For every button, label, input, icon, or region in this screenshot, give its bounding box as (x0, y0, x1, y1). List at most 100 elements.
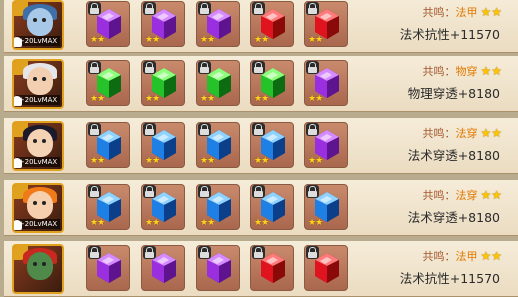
hero-eye (33, 201, 37, 205)
gem-slot[interactable]: ★★ (196, 184, 240, 230)
hero-eye (33, 77, 37, 81)
lock-icon (306, 2, 319, 15)
hero-face (27, 8, 53, 36)
lock-icon (198, 2, 211, 15)
hero-row[interactable]: +20LvMAX ★★ ★★ ★★ ★★ ★★ 共鸣：法甲 ★★ 法术抗性+11570 (4, 0, 518, 53)
gem-slot[interactable]: ★★ (86, 122, 130, 168)
hero-level-label: +20LvMAX (16, 95, 60, 105)
resonance-line: 共鸣：物穿 ★★ (422, 63, 502, 79)
gem-slot[interactable]: ★★ (250, 60, 294, 106)
gem-slot[interactable]: ★★ (250, 1, 294, 47)
hero-eye (42, 139, 46, 143)
gem-slot[interactable]: ★★ (141, 60, 185, 106)
hero-eye (42, 18, 46, 22)
resonance-info: 共鸣：法甲 ★★ 法术抗性+11570 (396, 241, 516, 297)
gem-slot[interactable]: ★★ (250, 122, 294, 168)
hero-level-label: +20LvMAX (16, 157, 60, 167)
gem-slot[interactable]: ★★ (86, 1, 130, 47)
gem-slot[interactable]: ★★ (304, 1, 348, 47)
gem-star-rating: ★★ (308, 156, 323, 166)
gem-slot[interactable]: ★★ (304, 60, 348, 106)
gem-star-rating: ★★ (254, 35, 269, 45)
resonance-bonus: 法术抗性+11570 (399, 27, 500, 42)
resonance-star-rating: ★★ (480, 188, 502, 202)
gem-slot[interactable]: ★★ (304, 184, 348, 230)
gem-slot[interactable]: ★★ (196, 60, 240, 106)
hero-portrait[interactable]: +20LvMAX (12, 59, 64, 109)
hero-row[interactable]: +20LvMAX ★★ ★★ ★★ ★★ ★★ 共鸣：物穿 ★★ 物理穿透+8180 (4, 56, 518, 112)
hero-level-label: +20LvMAX (16, 219, 60, 229)
gem-slot[interactable] (304, 245, 348, 291)
hero-face (27, 191, 53, 219)
hero-portrait[interactable] (12, 244, 64, 294)
hero-row[interactable]: +20LvMAX ★★ ★★ ★★ ★★ ★★ 共鸣：法穿 ★★ 法术穿透+8180 (4, 180, 518, 236)
hero-eye (42, 201, 46, 205)
gem-star-rating: ★★ (200, 156, 215, 166)
chef-hat-icon (14, 37, 22, 47)
lock-icon (88, 61, 101, 74)
gem-slot[interactable]: ★★ (196, 122, 240, 168)
gem-slot[interactable]: ★★ (141, 184, 185, 230)
resonance-type: 法甲 (455, 6, 478, 19)
gem-slot[interactable] (250, 245, 294, 291)
gem-star-rating: ★★ (145, 94, 160, 104)
gem-slot[interactable] (86, 245, 130, 291)
gem-slot[interactable]: ★★ (304, 122, 348, 168)
lock-icon (252, 2, 265, 15)
hero-portrait[interactable]: +20LvMAX (12, 0, 64, 50)
hero-eye (33, 18, 37, 22)
gem-slot[interactable]: ★★ (141, 122, 185, 168)
gem-star-rating: ★★ (145, 156, 160, 166)
gem-star-rating: ★★ (200, 218, 215, 228)
hero-face (27, 129, 53, 157)
gem-slot[interactable]: ★★ (86, 60, 130, 106)
gem-slot[interactable]: ★★ (141, 1, 185, 47)
lock-icon (306, 185, 319, 198)
gem-slot[interactable]: ★★ (86, 184, 130, 230)
resonance-star-rating: ★★ (480, 126, 502, 140)
resonance-info: 共鸣：法穿 ★★ 法术穿透+8180 (396, 118, 516, 174)
gem-slot[interactable]: ★★ (250, 184, 294, 230)
lock-icon (252, 123, 265, 136)
gem-star-rating: ★★ (90, 35, 105, 45)
resonance-prefix: 共鸣： (422, 6, 456, 19)
gem-star-rating: ★★ (90, 218, 105, 228)
lock-icon (143, 2, 156, 15)
lock-icon (198, 61, 211, 74)
hero-eye (33, 262, 37, 266)
gem-star-rating: ★★ (254, 156, 269, 166)
hero-row[interactable]: +20LvMAX ★★ ★★ ★★ ★★ ★★ 共鸣：法穿 ★★ 法术穿透+8180 (4, 118, 518, 174)
resonance-bonus: 法术穿透+8180 (407, 210, 500, 225)
resonance-prefix: 共鸣： (422, 189, 456, 202)
hero-portrait[interactable]: +20LvMAX (12, 183, 64, 233)
resonance-star-rating: ★★ (480, 5, 502, 19)
hero-face (27, 67, 53, 95)
hero-level-label: +20LvMAX (16, 36, 60, 46)
lock-icon (198, 185, 211, 198)
gem-star-rating: ★★ (200, 94, 215, 104)
resonance-info: 共鸣：法甲 ★★ 法术抗性+11570 (396, 0, 516, 53)
gem-slot[interactable]: ★★ (196, 1, 240, 47)
gem-star-rating: ★★ (90, 156, 105, 166)
lock-icon (252, 185, 265, 198)
gem-star-rating: ★★ (145, 35, 160, 45)
resonance-line: 共鸣：法穿 ★★ (422, 125, 502, 141)
resonance-prefix: 共鸣： (422, 127, 456, 140)
lock-icon (198, 123, 211, 136)
lock-icon (88, 123, 101, 136)
hero-row[interactable]: 共鸣：法甲 ★★ 法术抗性+11570 (4, 241, 518, 297)
resonance-info: 共鸣：物穿 ★★ 物理穿透+8180 (396, 56, 516, 112)
resonance-star-rating: ★★ (480, 249, 502, 263)
resonance-type: 法甲 (455, 250, 478, 263)
hero-portrait[interactable]: +20LvMAX (12, 121, 64, 171)
hero-eye (33, 139, 37, 143)
chef-hat-icon (14, 96, 22, 106)
chef-hat-icon (14, 158, 22, 168)
lock-icon (143, 123, 156, 136)
gem-star-rating: ★★ (308, 218, 323, 228)
gem-slot[interactable] (196, 245, 240, 291)
gem-slot[interactable] (141, 245, 185, 291)
gem-star-rating: ★★ (254, 94, 269, 104)
lock-icon (143, 185, 156, 198)
gem-star-rating: ★★ (254, 218, 269, 228)
